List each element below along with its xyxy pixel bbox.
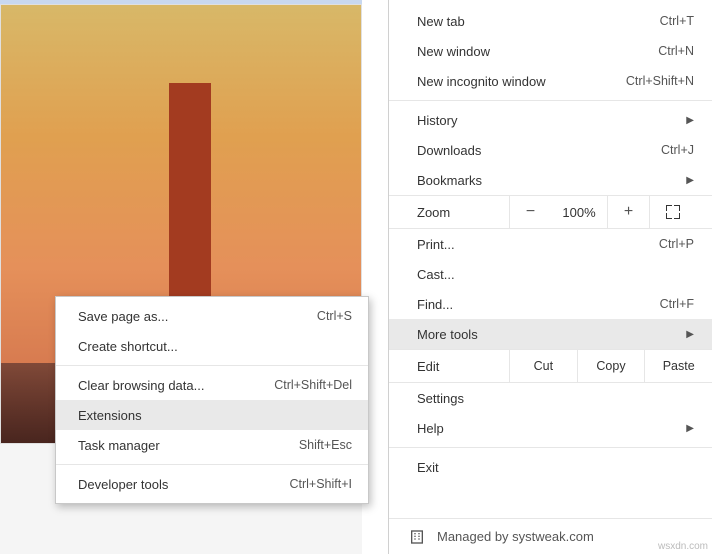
menu-shortcut: Ctrl+T [660, 14, 694, 28]
menu-label: Exit [417, 460, 439, 475]
menu-label: Developer tools [78, 477, 168, 492]
managed-label: Managed by systweak.com [437, 529, 594, 544]
more-tools-submenu: Save page as... Ctrl+S Create shortcut..… [55, 296, 369, 504]
submenu-developer-tools[interactable]: Developer tools Ctrl+Shift+I [56, 469, 368, 499]
menu-label: Downloads [417, 143, 481, 158]
menu-bookmarks[interactable]: Bookmarks ▶ [389, 165, 712, 195]
menu-more-tools[interactable]: More tools ▶ [389, 319, 712, 349]
menu-new-window[interactable]: New window Ctrl+N [389, 36, 712, 66]
menu-shortcut: Ctrl+Shift+N [626, 74, 694, 88]
chrome-main-menu: New tab Ctrl+T New window Ctrl+N New inc… [388, 0, 712, 554]
building-icon [409, 529, 425, 545]
menu-history[interactable]: History ▶ [389, 105, 712, 135]
menu-label: Extensions [78, 408, 142, 423]
menu-label: New incognito window [417, 74, 546, 89]
menu-label: New tab [417, 14, 465, 29]
watermark: wsxdn.com [658, 541, 708, 552]
submenu-clear-browsing-data[interactable]: Clear browsing data... Ctrl+Shift+Del [56, 370, 368, 400]
menu-shortcut: Shift+Esc [299, 438, 352, 452]
menu-shortcut: Ctrl+Shift+Del [274, 378, 352, 392]
menu-label: Cast... [417, 267, 455, 282]
menu-cast[interactable]: Cast... [389, 259, 712, 289]
submenu-extensions[interactable]: Extensions [56, 400, 368, 430]
menu-zoom-row: Zoom − 100% + [389, 195, 712, 229]
fullscreen-button[interactable] [649, 196, 695, 228]
submenu-arrow-icon: ▶ [686, 329, 694, 340]
menu-settings[interactable]: Settings [389, 383, 712, 413]
menu-downloads[interactable]: Downloads Ctrl+J [389, 135, 712, 165]
zoom-label: Zoom [389, 205, 509, 220]
edit-paste-button[interactable]: Paste [644, 350, 712, 382]
menu-label: Print... [417, 237, 455, 252]
menu-shortcut: Ctrl+F [660, 297, 694, 311]
zoom-in-button[interactable]: + [607, 196, 649, 228]
menu-new-incognito[interactable]: New incognito window Ctrl+Shift+N [389, 66, 712, 96]
submenu-arrow-icon: ▶ [686, 175, 694, 186]
menu-help[interactable]: Help ▶ [389, 413, 712, 443]
menu-edit-row: Edit Cut Copy Paste [389, 349, 712, 383]
menu-shortcut: Ctrl+J [661, 143, 694, 157]
submenu-create-shortcut[interactable]: Create shortcut... [56, 331, 368, 361]
menu-shortcut: Ctrl+S [317, 309, 352, 323]
menu-shortcut: Ctrl+N [658, 44, 694, 58]
menu-label: More tools [417, 327, 478, 342]
menu-separator [56, 365, 368, 366]
submenu-task-manager[interactable]: Task manager Shift+Esc [56, 430, 368, 460]
edit-label: Edit [389, 359, 509, 374]
menu-label: History [417, 113, 457, 128]
submenu-save-page[interactable]: Save page as... Ctrl+S [56, 301, 368, 331]
menu-label: Task manager [78, 438, 160, 453]
menu-label: Bookmarks [417, 173, 482, 188]
zoom-value: 100% [551, 205, 607, 220]
submenu-arrow-icon: ▶ [686, 423, 694, 434]
edit-cut-button[interactable]: Cut [509, 350, 577, 382]
menu-label: New window [417, 44, 490, 59]
menu-label: Create shortcut... [78, 339, 178, 354]
zoom-out-button[interactable]: − [509, 196, 551, 228]
menu-separator [56, 464, 368, 465]
menu-label: Clear browsing data... [78, 378, 204, 393]
fullscreen-icon [666, 205, 680, 219]
menu-label: Save page as... [78, 309, 168, 324]
menu-print[interactable]: Print... Ctrl+P [389, 229, 712, 259]
menu-label: Find... [417, 297, 453, 312]
edit-copy-button[interactable]: Copy [577, 350, 645, 382]
menu-shortcut: Ctrl+P [659, 237, 694, 251]
menu-find[interactable]: Find... Ctrl+F [389, 289, 712, 319]
menu-new-tab[interactable]: New tab Ctrl+T [389, 6, 712, 36]
menu-label: Help [417, 421, 444, 436]
menu-separator [389, 100, 712, 101]
submenu-arrow-icon: ▶ [686, 115, 694, 126]
menu-exit[interactable]: Exit [389, 452, 712, 482]
menu-separator [389, 447, 712, 448]
menu-label: Settings [417, 391, 464, 406]
menu-shortcut: Ctrl+Shift+I [289, 477, 352, 491]
